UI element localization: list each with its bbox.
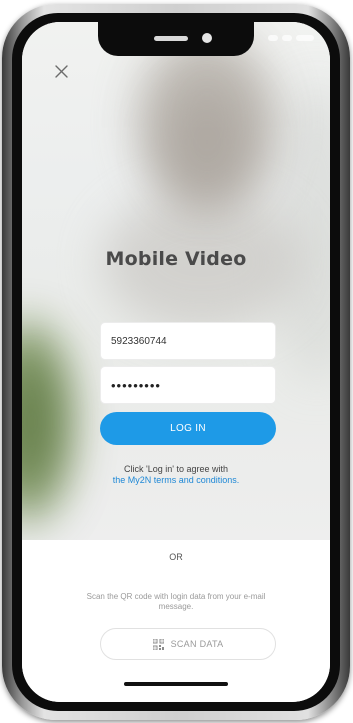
- signal-icon: [268, 35, 278, 41]
- scan-instructions: Scan the QR code with login data from yo…: [86, 592, 266, 611]
- close-icon: [55, 65, 68, 78]
- username-value: 5923360744: [111, 335, 167, 347]
- app-title: Mobile Video: [105, 248, 247, 270]
- login-button[interactable]: LOG IN: [100, 412, 276, 445]
- or-divider: OR: [169, 552, 183, 562]
- password-field[interactable]: •••••••••: [100, 366, 276, 404]
- terms-agreement: Click 'Log in' to agree with the My2N te…: [22, 464, 330, 486]
- terms-agreement-text: Click 'Log in' to agree with: [124, 464, 228, 474]
- phone-screen: Mobile Video 5923360744 ••••••••• LOG IN…: [22, 22, 330, 702]
- login-button-label: LOG IN: [170, 423, 206, 434]
- password-value: •••••••••: [111, 377, 161, 393]
- speaker-grille: [154, 36, 188, 41]
- phone-frame: Mobile Video 5923360744 ••••••••• LOG IN…: [2, 4, 350, 720]
- battery-icon: [296, 35, 314, 41]
- scan-data-label: SCAN DATA: [170, 639, 224, 649]
- background-blur-face-shadow: [162, 82, 252, 202]
- close-button[interactable]: [50, 60, 74, 84]
- username-field[interactable]: 5923360744: [100, 322, 276, 360]
- status-bar-indicators: [268, 32, 316, 44]
- wifi-icon: [282, 35, 292, 41]
- scan-data-button[interactable]: SCAN DATA: [100, 628, 276, 660]
- screenshot-stage: Mobile Video 5923360744 ••••••••• LOG IN…: [0, 0, 353, 723]
- phone-notch: [98, 22, 254, 56]
- qr-login-section: OR Scan the QR code with login data from…: [22, 540, 330, 702]
- front-camera: [202, 33, 212, 43]
- qr-code-icon: [152, 638, 164, 650]
- terms-link[interactable]: the My2N terms and conditions.: [22, 475, 330, 486]
- home-indicator[interactable]: [124, 682, 228, 686]
